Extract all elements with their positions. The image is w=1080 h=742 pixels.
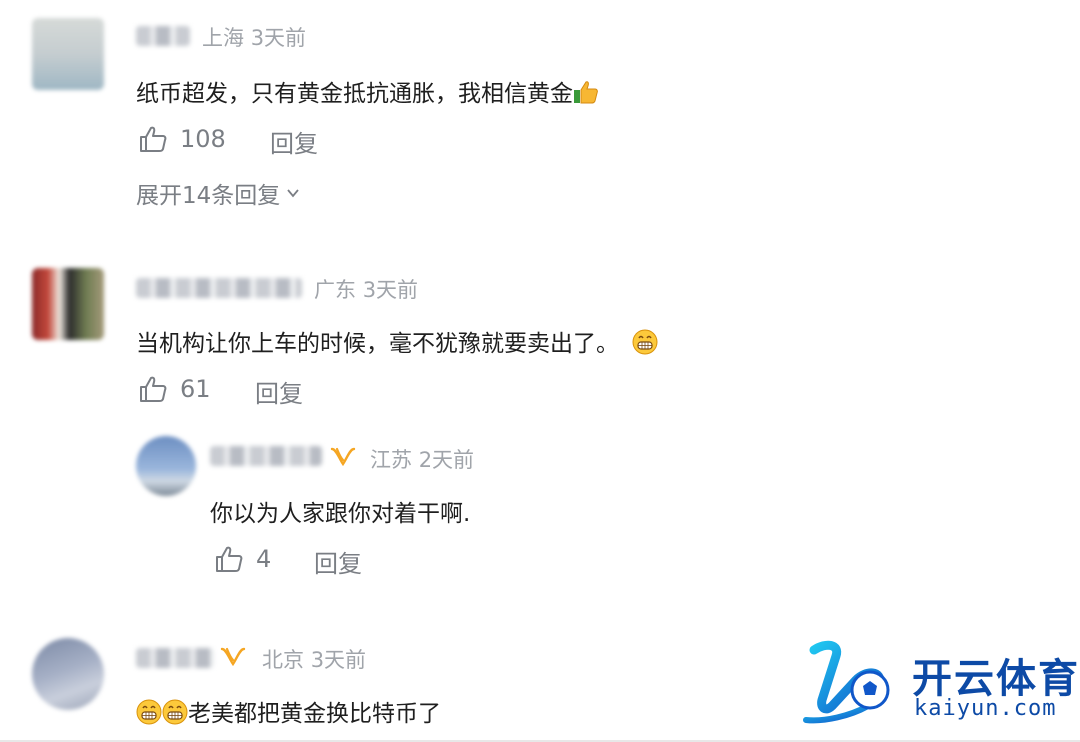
expand-replies-button[interactable]: 展开14条回复 <box>136 176 300 210</box>
location: 江苏 <box>370 448 412 472</box>
timestamp: 3天前 <box>362 278 419 302</box>
vip-badge-icon <box>330 447 356 467</box>
like-button[interactable]: 61 <box>138 374 211 404</box>
thumbs-up-icon <box>140 376 167 402</box>
timestamp: 3天前 <box>310 648 367 672</box>
comment-body: 当机构让你上车的时候，毫不犹豫就要卖出了。 <box>136 331 619 357</box>
location: 北京 <box>262 648 304 672</box>
username-blurred[interactable] <box>136 26 190 46</box>
timestamp: 2天前 <box>418 448 475 472</box>
comment-text: 纸币超发，只有黄金抵抗通胀，我相信黄金 <box>136 74 599 108</box>
expand-label: 展开14条回复 <box>136 183 281 209</box>
comment-meta: 上海 3天前 <box>202 22 306 52</box>
thumbs-up-icon <box>216 546 243 572</box>
vip-badge-icon <box>220 647 246 667</box>
comment-text: 当机构让你上车的时候，毫不犹豫就要卖出了。 <box>136 324 658 358</box>
grin-emoji-icon <box>162 699 188 725</box>
comment-body: 老美都把黄金换比特币了 <box>188 701 441 727</box>
chevron-down-icon <box>287 189 299 198</box>
comment-text: 你以为人家跟你对着干啊. <box>210 494 470 528</box>
like-count: 108 <box>180 125 226 153</box>
like-count: 61 <box>180 375 211 403</box>
comment-meta: 江苏 2天前 <box>370 444 474 474</box>
location: 广东 <box>314 278 356 302</box>
like-count: 4 <box>256 545 272 573</box>
avatar[interactable] <box>136 436 196 496</box>
avatar[interactable] <box>32 638 104 710</box>
reply-button[interactable]: 回复 <box>255 374 303 409</box>
thumbs-up-icon <box>140 126 167 152</box>
comment-body: 纸币超发，只有黄金抵抗通胀，我相信黄金 <box>136 81 573 107</box>
reply-button[interactable]: 回复 <box>270 124 318 159</box>
username-blurred[interactable] <box>210 446 322 466</box>
timestamp: 3天前 <box>250 26 307 50</box>
grin-emoji-icon <box>632 329 658 355</box>
reply-button[interactable]: 回复 <box>314 544 362 579</box>
thumbs-up-emoji-icon <box>574 81 598 104</box>
username-blurred[interactable] <box>136 648 214 668</box>
avatar[interactable] <box>32 268 104 340</box>
avatar[interactable] <box>32 18 104 90</box>
location: 上海 <box>202 26 244 50</box>
comment-body: 你以为人家跟你对着干啊. <box>210 501 471 527</box>
username-blurred[interactable] <box>136 278 302 298</box>
comment-meta: 北京 3天前 <box>262 644 366 674</box>
watermark-en: kaiyun.com <box>914 696 1057 721</box>
comment-meta: 广东 3天前 <box>314 274 418 304</box>
grin-emoji-icon <box>136 699 162 725</box>
like-button[interactable]: 4 <box>214 544 271 574</box>
like-button[interactable]: 108 <box>138 124 226 154</box>
comment-text: 老美都把黄金换比特币了 <box>136 694 441 728</box>
